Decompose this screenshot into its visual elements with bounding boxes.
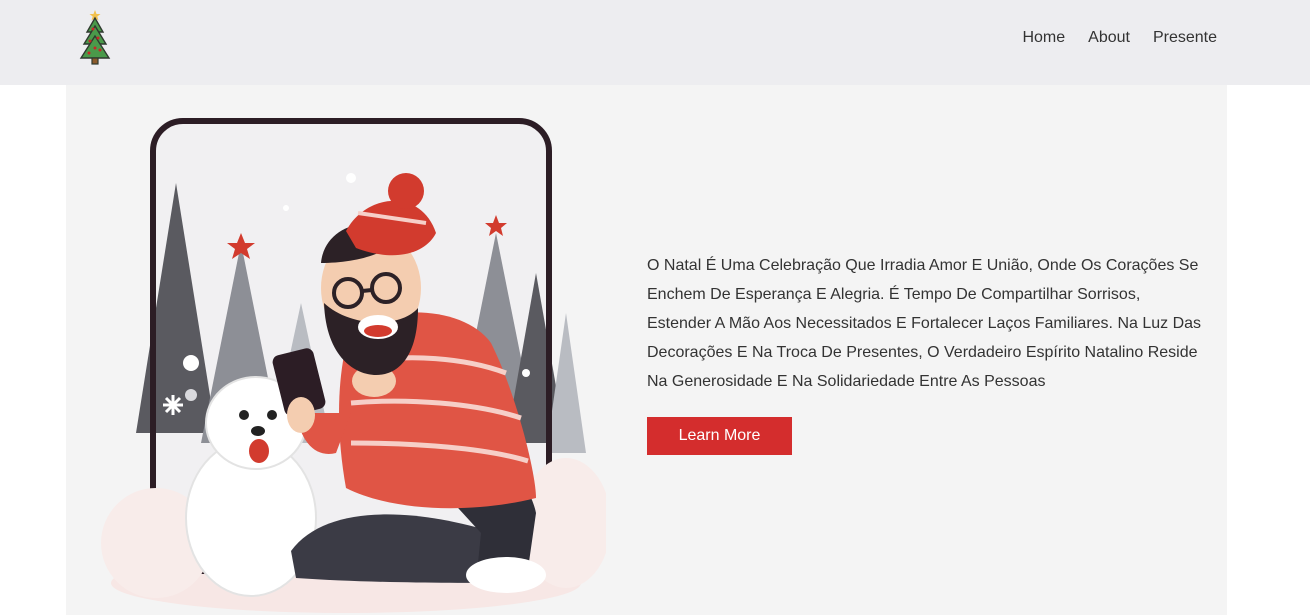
christmas-tree-icon[interactable] (78, 8, 116, 66)
man-in-santa-hat-with-dog-illustration (101, 118, 606, 613)
hero-description: O Natal É Uma Celebração Que Irradia Amo… (647, 257, 1202, 390)
nav-links: Home About Presente (1022, 29, 1217, 47)
navbar: Home About Presente (0, 0, 1310, 85)
learn-more-button[interactable]: Learn More (647, 417, 792, 455)
hero-section: O Natal É Uma Celebração Que Irradia Amo… (66, 85, 1227, 615)
nav-link-presente[interactable]: Presente (1153, 29, 1217, 47)
nav-link-home[interactable]: Home (1022, 29, 1065, 47)
nav-link-about[interactable]: About (1088, 29, 1130, 47)
